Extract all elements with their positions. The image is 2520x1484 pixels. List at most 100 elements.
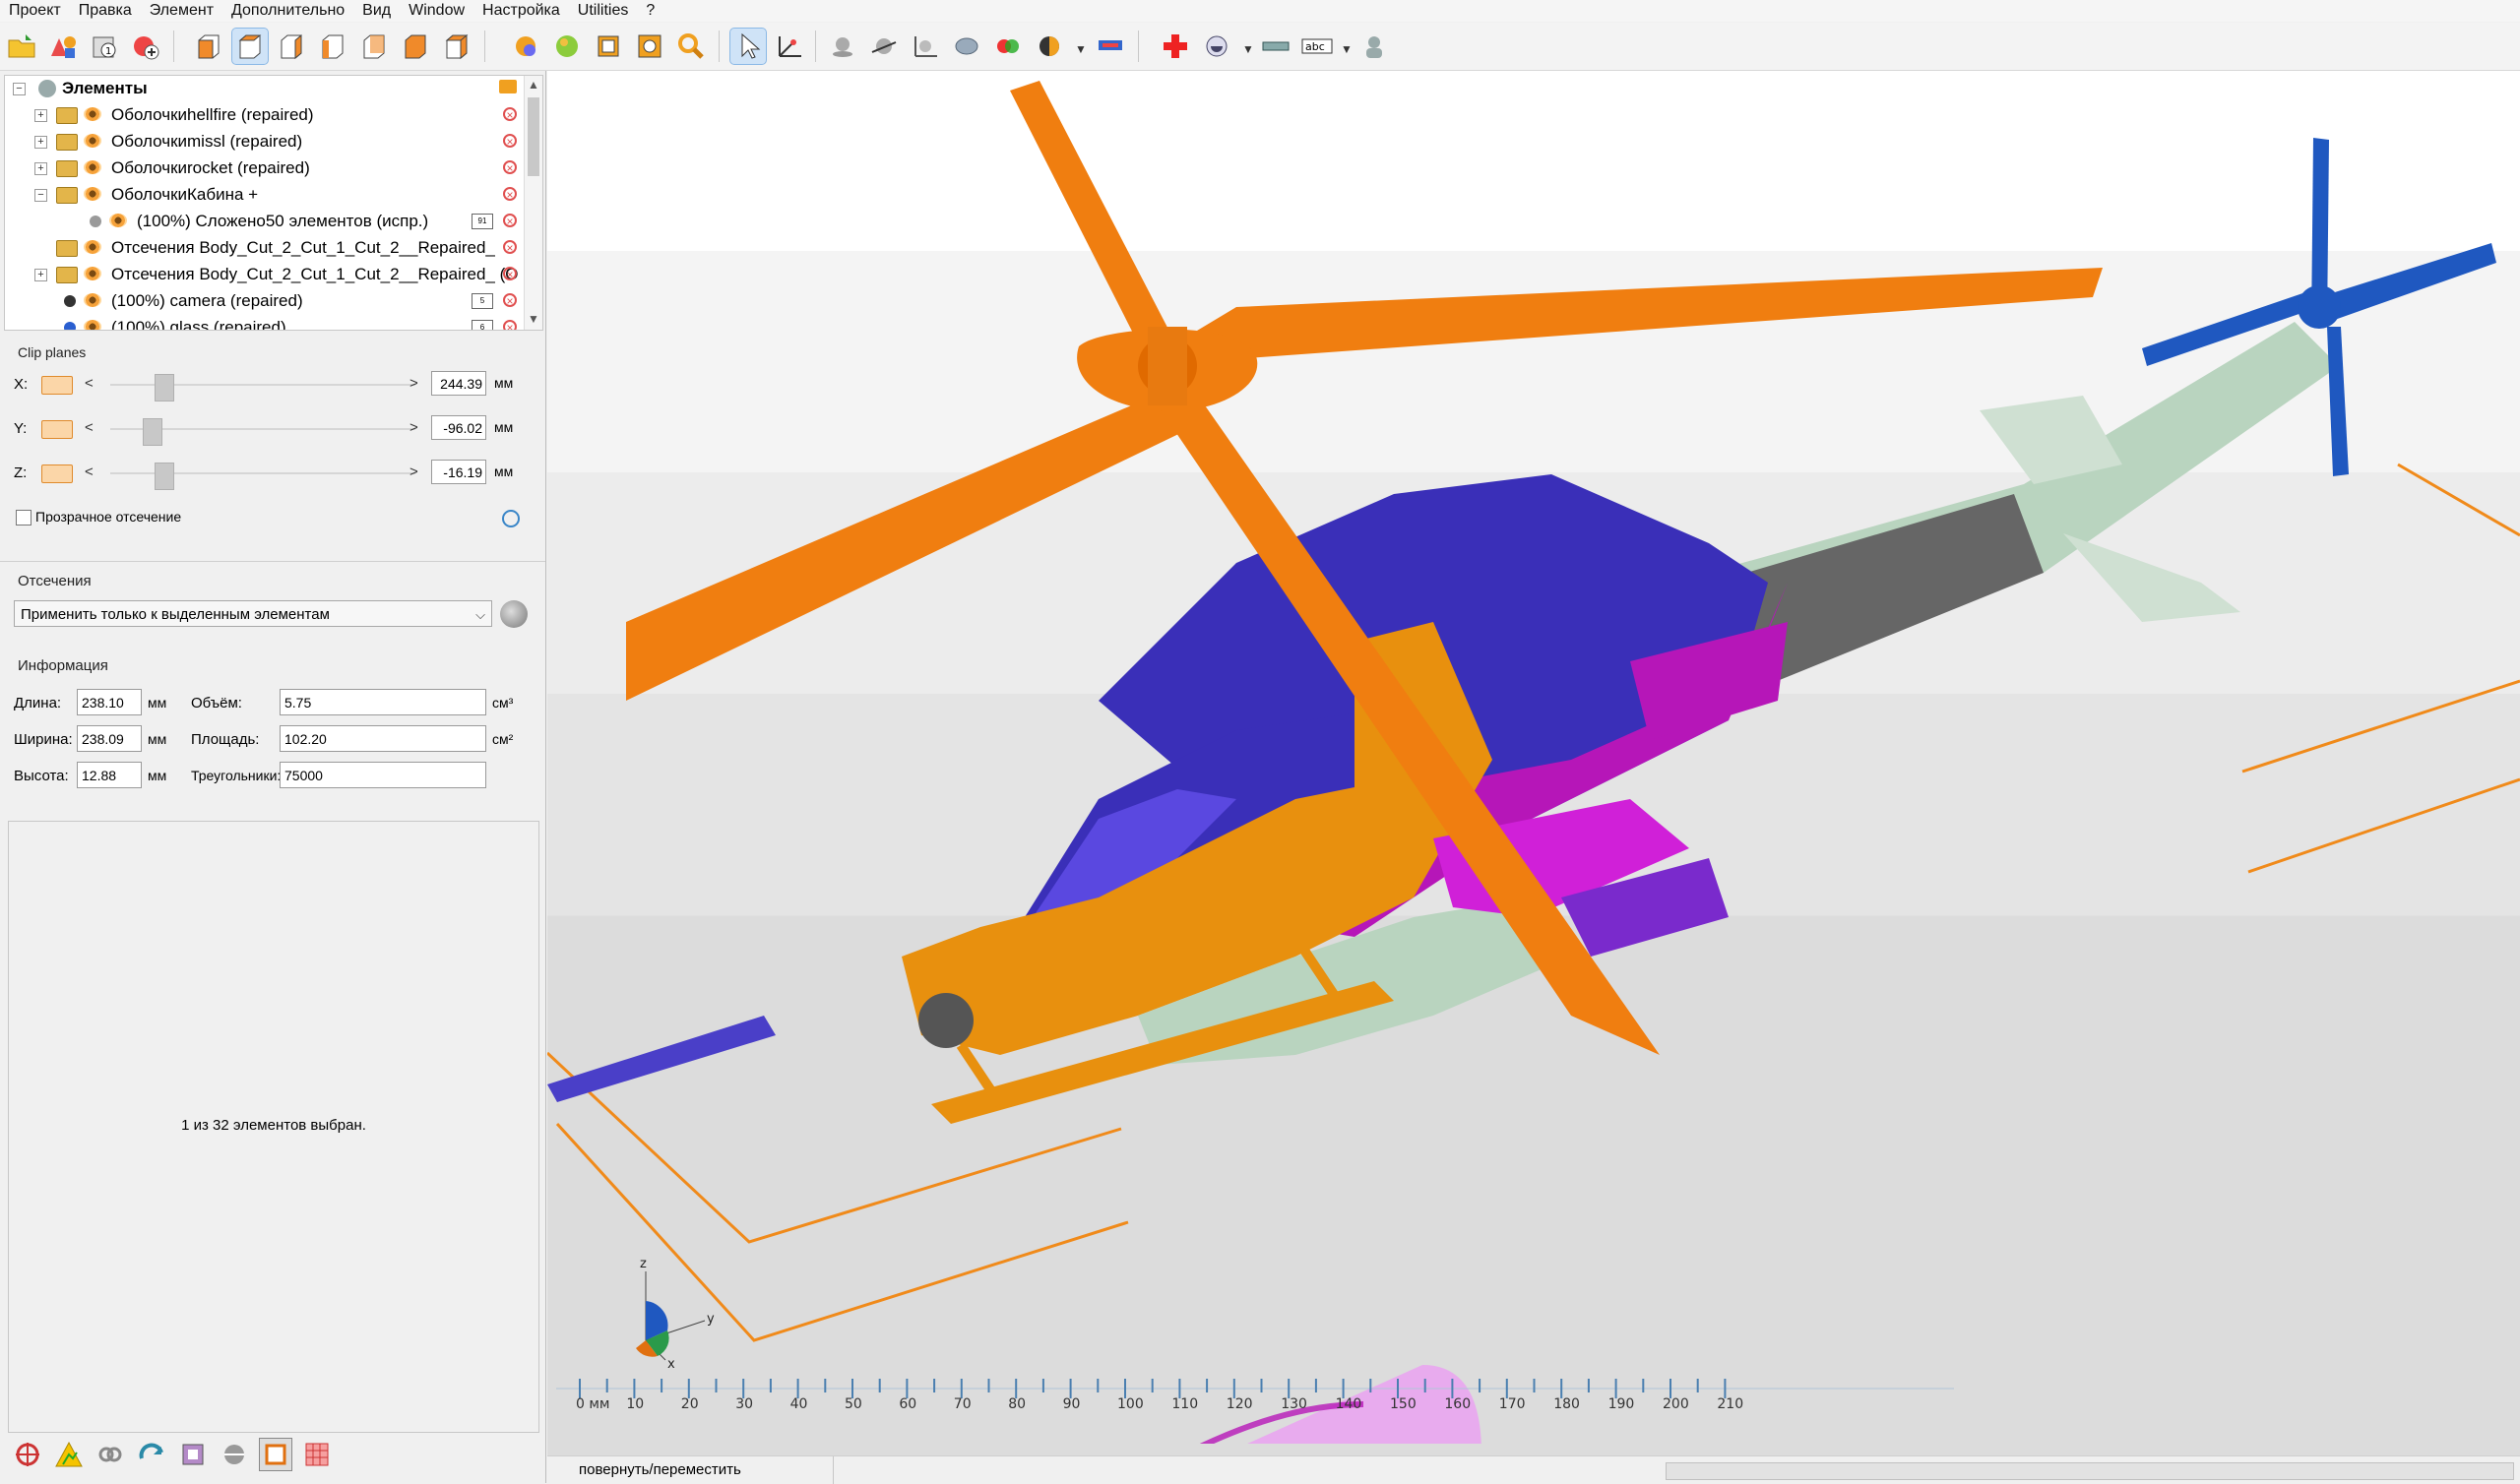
text-label-icon[interactable]: abc xyxy=(1299,29,1335,64)
view-front-icon[interactable] xyxy=(191,29,226,64)
view-bottom-icon[interactable] xyxy=(398,29,433,64)
clip-value-field[interactable]: -96.02 xyxy=(431,415,486,440)
link-icon[interactable] xyxy=(94,1439,126,1470)
scroll-up-icon[interactable]: ▲ xyxy=(528,78,539,92)
tree-item[interactable]: − ОболочкиКабина + × xyxy=(5,182,525,208)
cut-apply-dropdown[interactable]: Применить только к выделенным элементам … xyxy=(14,600,492,627)
clip-slider-knob[interactable] xyxy=(155,374,174,402)
slider-right-icon[interactable]: > xyxy=(410,375,418,392)
view-right-icon[interactable] xyxy=(315,29,350,64)
shading-icon[interactable] xyxy=(1199,29,1234,64)
clip-slider-knob[interactable] xyxy=(155,463,174,490)
open-icon[interactable] xyxy=(4,29,39,64)
sphere-green-icon[interactable] xyxy=(549,29,585,64)
shapes-icon[interactable] xyxy=(45,29,81,64)
tree-item[interactable]: + Отсечения Body_Cut_2_Cut_1_Cut_2__Repa… xyxy=(5,262,525,287)
visibility-icon[interactable] xyxy=(84,160,101,174)
view-top-icon[interactable] xyxy=(231,28,269,65)
visibility-icon[interactable] xyxy=(109,214,127,227)
tree-item[interactable]: + Оболочкиmissl (repaired) × xyxy=(5,129,525,155)
scroll-down-icon[interactable]: ▼ xyxy=(528,312,539,326)
menu-settings[interactable]: Настройка xyxy=(473,0,569,22)
texture-icon[interactable] xyxy=(1093,29,1128,64)
expand-icon[interactable]: + xyxy=(34,269,47,281)
render-icon[interactable] xyxy=(1032,29,1067,64)
visibility-icon[interactable] xyxy=(84,107,101,121)
select-arrow-icon[interactable] xyxy=(729,28,767,65)
menu-element[interactable]: Элемент xyxy=(141,0,222,22)
view-iso-icon[interactable] xyxy=(439,29,474,64)
repair-icon[interactable] xyxy=(136,1439,167,1470)
measure-icon[interactable]: 1 xyxy=(87,29,122,64)
expand-icon[interactable]: + xyxy=(34,136,47,149)
reset-clip-icon[interactable] xyxy=(502,510,520,527)
remove-icon[interactable]: × xyxy=(503,187,517,202)
clip-value-field[interactable]: 244.39 xyxy=(431,371,486,396)
visibility-icon[interactable] xyxy=(84,320,101,330)
menu-view[interactable]: Вид xyxy=(353,0,400,22)
remove-icon[interactable]: × xyxy=(503,214,517,228)
grid-icon[interactable] xyxy=(301,1439,333,1470)
tree-item[interactable]: (100%) Сложено50 элементов (испр.) 91 × xyxy=(5,209,525,234)
collapse-icon[interactable]: − xyxy=(13,83,26,95)
clip-color-swatch[interactable] xyxy=(41,376,73,395)
remove-icon[interactable]: × xyxy=(503,240,517,255)
ruler-icon[interactable] xyxy=(1258,29,1293,64)
clip-color-swatch[interactable] xyxy=(41,420,73,439)
tree-root[interactable]: − Элементы xyxy=(5,76,525,101)
view-left-icon[interactable] xyxy=(274,29,309,64)
slider-left-icon[interactable]: < xyxy=(85,464,94,480)
add-part-icon[interactable] xyxy=(128,29,163,64)
remove-icon[interactable]: × xyxy=(503,160,517,175)
slider-left-icon[interactable]: < xyxy=(85,419,94,436)
menu-window[interactable]: Window xyxy=(400,0,473,22)
slider-right-icon[interactable]: > xyxy=(410,464,418,480)
clip-color-swatch[interactable] xyxy=(41,464,73,483)
visibility-icon[interactable] xyxy=(84,293,101,307)
menu-help[interactable]: ? xyxy=(637,0,663,22)
expand-icon[interactable]: + xyxy=(34,109,47,122)
menu-edit[interactable]: Правка xyxy=(70,0,141,22)
rotate-icon[interactable] xyxy=(949,29,984,64)
move-tool-icon[interactable] xyxy=(12,1439,43,1470)
cut-plane-icon[interactable] xyxy=(866,29,902,64)
remove-icon[interactable]: × xyxy=(503,134,517,149)
menu-project[interactable]: Проект xyxy=(0,0,70,22)
add-folder-icon[interactable] xyxy=(499,80,517,93)
tree-item[interactable]: + Оболочкиrocket (repaired) × xyxy=(5,155,525,181)
drop-icon[interactable] xyxy=(825,29,860,64)
remove-icon[interactable]: × xyxy=(503,267,517,281)
person-icon[interactable] xyxy=(1356,29,1392,64)
slider-left-icon[interactable]: < xyxy=(85,375,94,392)
helicopter-model[interactable] xyxy=(547,71,2520,1455)
remove-icon[interactable]: × xyxy=(503,107,517,122)
tree-scrollbar[interactable]: ▲ ▼ xyxy=(524,76,542,330)
section-icon[interactable] xyxy=(908,29,943,64)
tree-item[interactable]: + Оболочкиhellfire (repaired) × xyxy=(5,102,525,128)
transparent-cut-checkbox[interactable] xyxy=(16,510,32,526)
fit-icon[interactable] xyxy=(591,29,626,64)
frame-icon[interactable] xyxy=(259,1438,292,1471)
pivot-icon[interactable] xyxy=(772,29,807,64)
tree-item[interactable]: Отсечения Body_Cut_2_Cut_1_Cut_2__Repair… xyxy=(5,235,525,261)
warning-icon[interactable] xyxy=(53,1439,85,1470)
zoom-fit-icon[interactable] xyxy=(632,29,667,64)
clip-value-field[interactable]: -16.19 xyxy=(431,460,486,484)
menu-additional[interactable]: Дополнительно xyxy=(222,0,353,22)
apply-cut-icon[interactable] xyxy=(500,600,528,628)
view-back-icon[interactable] xyxy=(356,29,392,64)
visibility-icon[interactable] xyxy=(84,187,101,201)
collapse-icon[interactable]: − xyxy=(34,189,47,202)
color-icon[interactable] xyxy=(990,29,1026,64)
visibility-icon[interactable] xyxy=(84,267,101,280)
clip-slider-knob[interactable] xyxy=(143,418,162,446)
layers-icon[interactable] xyxy=(219,1439,250,1470)
visibility-icon[interactable] xyxy=(84,134,101,148)
search-zoom-icon[interactable] xyxy=(673,29,709,64)
remove-icon[interactable]: × xyxy=(503,320,517,330)
menu-utilities[interactable]: Utilities xyxy=(569,0,638,22)
remove-icon[interactable]: × xyxy=(503,293,517,308)
elements-tree[interactable]: − Элементы + Оболочкиhellfire (repaired)… xyxy=(4,75,543,331)
tree-item[interactable]: (100%) camera (repaired) 5 × xyxy=(5,288,525,314)
visibility-icon[interactable] xyxy=(84,240,101,254)
